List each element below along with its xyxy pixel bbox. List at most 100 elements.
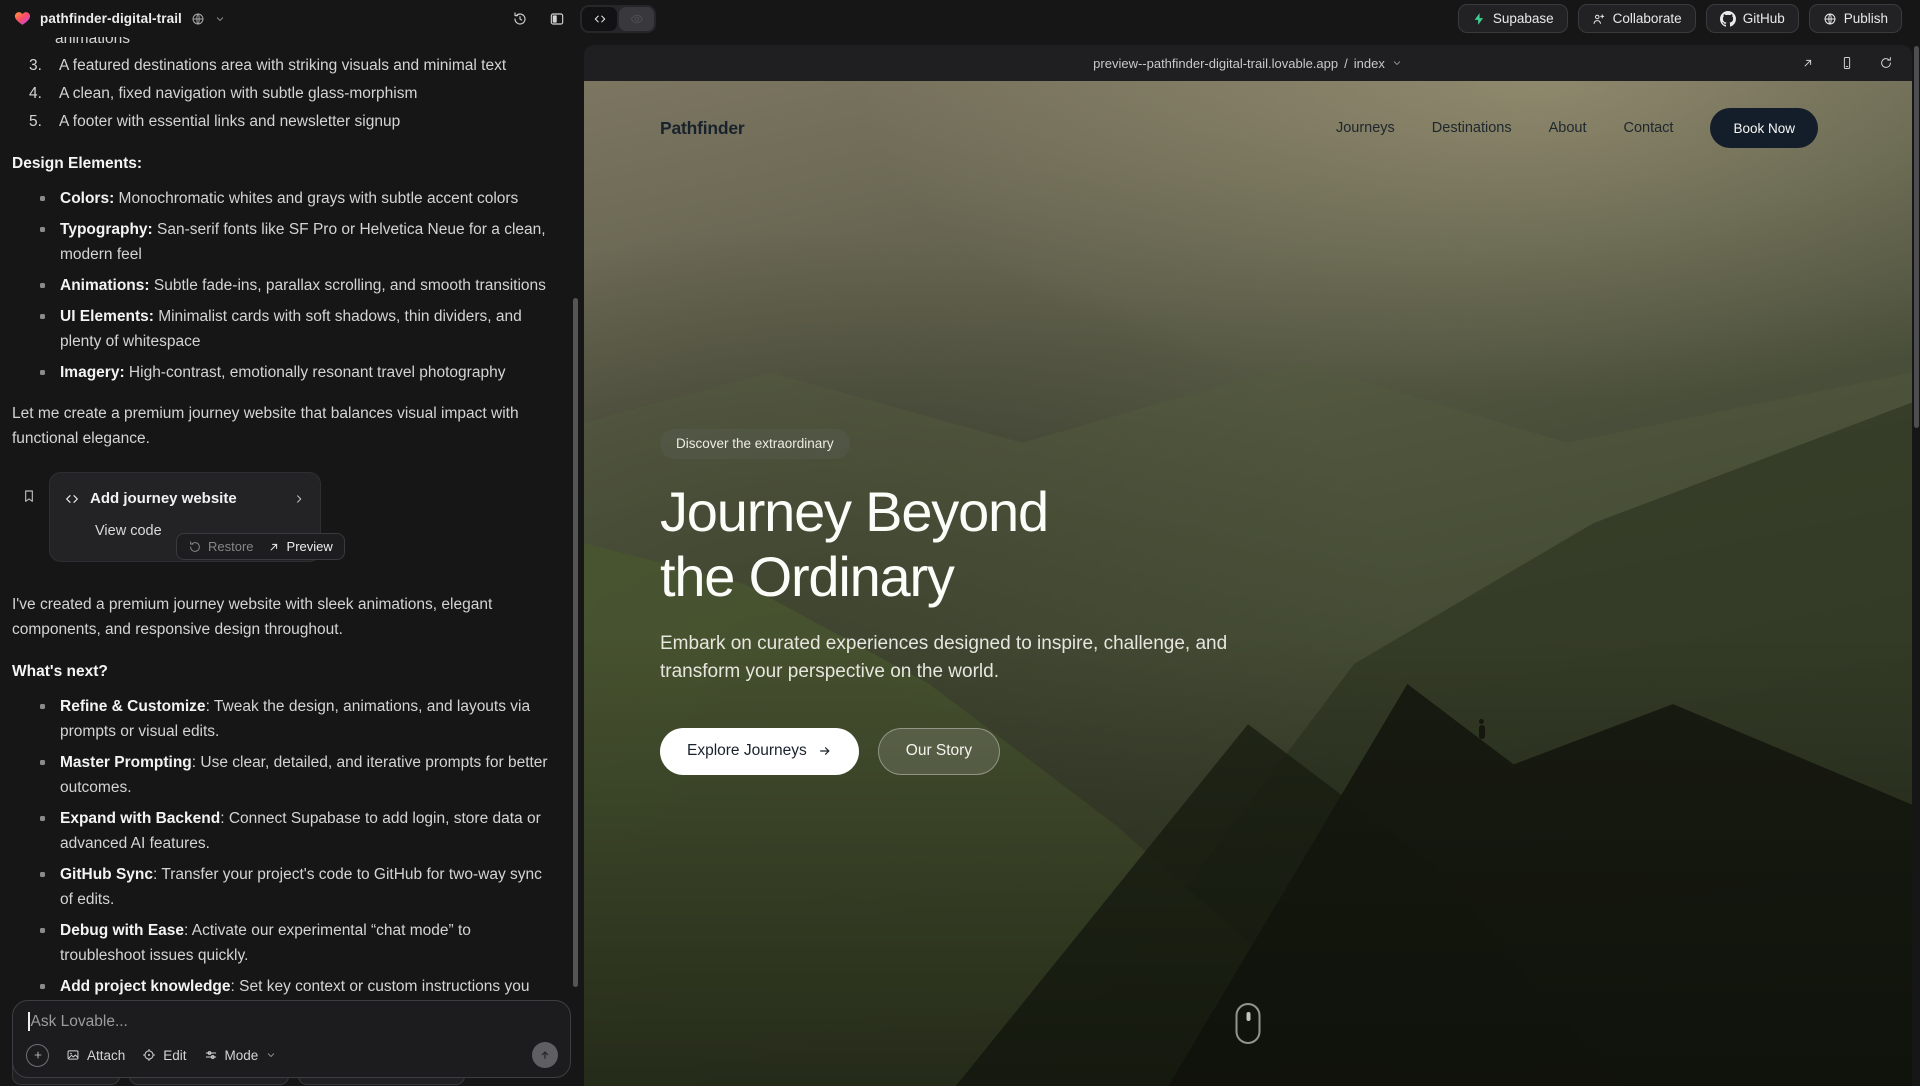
scroll-indicator-icon	[1236, 1003, 1261, 1044]
view-code-link[interactable]: View code	[95, 519, 162, 544]
design-elements-list: Colors: Monochromatic whites and grays w…	[12, 186, 569, 385]
chat-messages: animations 3. A featured destinations ar…	[12, 37, 569, 1085]
preview-url-selector[interactable]: preview--pathfinder-digital-trail.lovabl…	[1093, 56, 1403, 71]
add-button[interactable]	[26, 1044, 49, 1067]
refresh-icon	[1879, 56, 1893, 70]
code-icon	[64, 491, 80, 507]
list-item: Expand with Backend: Connect Supabase to…	[12, 806, 569, 856]
numbered-item: 3. A featured destinations area with str…	[12, 53, 569, 78]
hero-section: Discover the extraordinary Journey Beyon…	[660, 429, 1300, 775]
artifact-actions: Restore Preview	[176, 533, 345, 560]
list-item: Refine & Customize: Tweak the design, an…	[12, 694, 569, 744]
code-view-button[interactable]	[582, 7, 617, 31]
hiker-figure	[1478, 719, 1486, 739]
list-item: Imagery: High-contrast, emotionally reso…	[12, 360, 569, 385]
list-number: 3.	[29, 53, 51, 78]
topbar: pathfinder-digital-trail	[0, 0, 1920, 37]
published-globe-icon	[191, 12, 205, 26]
numbered-item: 5. A footer with essential links and new…	[12, 109, 569, 134]
book-now-button[interactable]: Book Now	[1710, 108, 1818, 148]
restore-button[interactable]: Restore	[188, 534, 254, 559]
panel-icon	[549, 11, 565, 27]
chevron-right-icon	[292, 492, 306, 506]
artifact-title: Add journey website	[90, 486, 237, 511]
list-item: Master Prompting: Use clear, detailed, a…	[12, 750, 569, 800]
supabase-label: Supabase	[1493, 11, 1554, 26]
open-external-button[interactable]	[1797, 52, 1819, 74]
plus-icon	[32, 1049, 44, 1061]
code-preview-toggle[interactable]	[580, 5, 656, 33]
image-icon	[66, 1048, 80, 1062]
bookmark-button[interactable]	[21, 488, 37, 504]
chat-panel: animations 3. A featured destinations ar…	[0, 37, 583, 1086]
url-separator: /	[1344, 56, 1348, 71]
chevron-down-icon	[265, 1049, 277, 1061]
view-controls	[506, 0, 656, 37]
bookmark-icon	[21, 488, 37, 504]
preview-button[interactable]: Preview	[267, 534, 333, 559]
target-icon	[142, 1048, 156, 1062]
artifact-row: Add journey website View code Restore	[12, 472, 569, 562]
intro-paragraph: Let me create a premium journey website …	[12, 401, 537, 451]
mobile-icon	[1840, 56, 1854, 70]
text-caret	[28, 1012, 30, 1031]
github-icon	[1720, 11, 1736, 27]
list-item: Typography: San-serif fonts like SF Pro …	[12, 217, 569, 267]
send-button[interactable]	[532, 1042, 558, 1068]
arrow-right-icon	[818, 744, 832, 758]
chat-scrollbar[interactable]	[573, 298, 578, 987]
nav-link-contact[interactable]: Contact	[1623, 120, 1673, 136]
site-navbar: Pathfinder Journeys Destinations About C…	[584, 81, 1912, 175]
project-menu[interactable]: pathfinder-digital-trail	[14, 0, 226, 37]
our-story-button[interactable]: Our Story	[878, 728, 1000, 775]
sidebar-toggle-button[interactable]	[543, 5, 571, 33]
page-scrollbar[interactable]	[1914, 46, 1919, 428]
topbar-actions: Supabase Collaborate GitHub Publish	[1458, 4, 1902, 33]
hero-heading: Journey Beyond the Ordinary	[660, 480, 1300, 610]
clipped-line: animations	[12, 37, 569, 50]
device-toggle-button[interactable]	[1836, 52, 1858, 74]
mode-selector[interactable]: Mode	[204, 1048, 278, 1063]
list-item: UI Elements: Minimalist cards with soft …	[12, 304, 569, 354]
project-name: pathfinder-digital-trail	[40, 11, 182, 26]
nav-link-about[interactable]: About	[1549, 120, 1587, 136]
chevron-down-icon[interactable]	[214, 13, 226, 25]
publish-label: Publish	[1844, 11, 1888, 26]
attach-button[interactable]: Attach	[66, 1048, 125, 1063]
history-button[interactable]	[506, 5, 534, 33]
list-item: GitHub Sync: Transfer your project's cod…	[12, 862, 569, 912]
edit-button[interactable]: Edit	[142, 1048, 186, 1063]
github-button[interactable]: GitHub	[1706, 4, 1799, 33]
preview-view-button[interactable]	[619, 7, 654, 31]
numbered-item: 4. A clean, fixed navigation with subtle…	[12, 81, 569, 106]
refresh-button[interactable]	[1875, 52, 1897, 74]
site-logo[interactable]: Pathfinder	[660, 118, 745, 139]
supabase-button[interactable]: Supabase	[1458, 4, 1568, 33]
collaborate-label: Collaborate	[1613, 11, 1682, 26]
list-item: Debug with Ease: Activate our experiment…	[12, 918, 569, 968]
lovable-logo-icon	[14, 10, 31, 27]
whats-next-list: Refine & Customize: Tweak the design, an…	[12, 694, 569, 1024]
eye-icon	[630, 12, 644, 26]
restore-icon	[188, 540, 202, 554]
list-text: A footer with essential links and newsle…	[59, 109, 400, 134]
nav-link-journeys[interactable]: Journeys	[1336, 120, 1395, 136]
arrow-up-right-icon	[267, 540, 281, 554]
preview-panel: preview--pathfinder-digital-trail.lovabl…	[584, 45, 1912, 1086]
list-text: A featured destinations area with striki…	[59, 53, 506, 78]
artifact-card[interactable]: Add journey website View code Restore	[49, 472, 321, 562]
hero-badge: Discover the extraordinary	[660, 429, 850, 459]
globe-icon	[1823, 12, 1837, 26]
chat-input[interactable]: Ask Lovable... Attach	[12, 1000, 571, 1078]
preview-toolbar: preview--pathfinder-digital-trail.lovabl…	[584, 45, 1912, 81]
collaborate-button[interactable]: Collaborate	[1578, 4, 1696, 33]
preview-tools	[1797, 45, 1897, 81]
site-nav-links: Journeys Destinations About Contact	[1336, 120, 1674, 136]
result-paragraph: I've created a premium journey website w…	[12, 592, 537, 642]
list-item: Colors: Monochromatic whites and grays w…	[12, 186, 569, 211]
nav-link-destinations[interactable]: Destinations	[1432, 120, 1512, 136]
composer-toolbar: Attach Edit Mode	[26, 1042, 558, 1068]
chevron-down-icon	[1391, 57, 1403, 69]
explore-journeys-button[interactable]: Explore Journeys	[660, 728, 859, 775]
publish-button[interactable]: Publish	[1809, 4, 1902, 33]
